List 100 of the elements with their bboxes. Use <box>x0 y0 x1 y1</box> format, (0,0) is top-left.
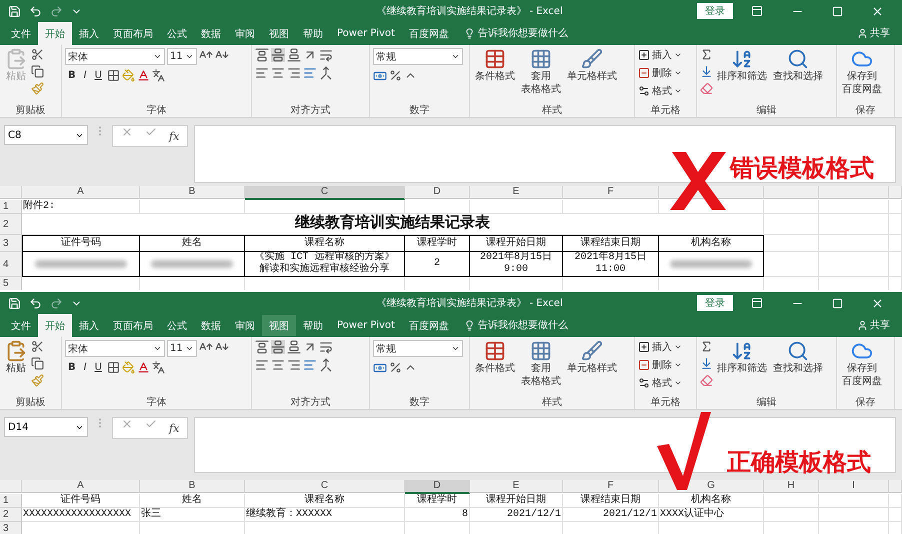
ribbon-tab[interactable]: 帮助 <box>296 23 330 44</box>
empty-cell[interactable] <box>470 200 563 214</box>
column-header[interactable]: B <box>140 480 245 493</box>
ribbon-tab[interactable]: 百度网盘 <box>402 23 456 44</box>
bottom-align-icon[interactable] <box>287 340 301 354</box>
copy-icon[interactable] <box>31 357 44 370</box>
column-header[interactable]: A <box>22 186 140 199</box>
ribbon-tab[interactable]: 视图 <box>262 315 296 336</box>
login-button[interactable]: 登录 <box>697 3 733 19</box>
enter-icon[interactable] <box>145 418 157 430</box>
cancel-icon[interactable] <box>121 418 133 430</box>
indent-icon[interactable] <box>303 66 317 80</box>
save-to-cloud-button[interactable]: 保存到 百度网盘 <box>840 48 884 95</box>
empty-cell[interactable] <box>764 494 819 508</box>
font-size-field[interactable]: 11 <box>167 48 197 65</box>
empty-cell[interactable] <box>405 200 470 214</box>
top-align-icon[interactable] <box>255 340 269 354</box>
column-header[interactable]: C <box>245 186 405 200</box>
autosum-icon[interactable] <box>700 48 713 61</box>
eraser-icon[interactable] <box>700 374 713 387</box>
ribbon-tab[interactable]: 文件 <box>4 23 38 44</box>
copy-icon[interactable] <box>31 65 44 78</box>
cell-styles-button[interactable]: 单元格样式 <box>565 340 619 374</box>
fill-color-icon[interactable] <box>122 69 135 82</box>
empty-cell[interactable] <box>889 214 902 235</box>
cut-icon[interactable] <box>31 340 44 353</box>
sort-filter-button[interactable]: 排序和筛选 <box>715 340 769 374</box>
formula-bar[interactable] <box>194 125 896 183</box>
bottom-align-icon[interactable] <box>287 48 301 62</box>
save-to-cloud-button[interactable]: 保存到 百度网盘 <box>840 340 884 387</box>
empty-cell[interactable] <box>889 235 902 252</box>
empty-cell[interactable] <box>819 494 889 508</box>
column-header[interactable]: I <box>819 480 889 493</box>
formula-bar[interactable] <box>194 417 896 473</box>
ribbon-tab[interactable]: 页面布局 <box>106 315 160 336</box>
ribbon-tab[interactable]: 审阅 <box>228 315 262 336</box>
empty-cell[interactable] <box>764 214 819 235</box>
empty-cell[interactable] <box>819 252 889 277</box>
borders-icon[interactable] <box>106 361 120 374</box>
ribbon-tab[interactable]: 插入 <box>72 315 106 336</box>
wrap-text-icon[interactable] <box>319 48 333 62</box>
phonetic-icon[interactable] <box>152 361 165 374</box>
column-header[interactable]: H <box>764 480 819 493</box>
empty-cell[interactable] <box>819 214 889 235</box>
eraser-icon[interactable] <box>700 82 713 95</box>
ribbon-tab[interactable]: 文件 <box>4 315 38 336</box>
login-button[interactable]: 登录 <box>697 295 733 311</box>
font-style-button[interactable]: B <box>65 362 79 373</box>
find-select-button[interactable]: 查找和选择 <box>771 340 825 374</box>
ribbon-tab[interactable]: 公式 <box>160 315 194 336</box>
font-color-icon[interactable] <box>136 69 150 82</box>
empty-cell[interactable] <box>245 200 405 214</box>
phonetic-icon[interactable] <box>152 69 165 82</box>
wrap-text-icon[interactable] <box>319 340 333 354</box>
row-number[interactable]: 4 <box>0 252 22 277</box>
tell-me-search[interactable]: 告诉我你想要做什么 <box>464 318 568 332</box>
align-center-icon[interactable] <box>271 66 285 80</box>
redo-icon[interactable] <box>50 296 63 310</box>
cut-icon[interactable] <box>31 48 44 61</box>
number-format-field[interactable]: 常规 <box>373 48 463 65</box>
font-size-field[interactable]: 11 <box>167 340 197 357</box>
fill-color-icon[interactable] <box>122 361 135 374</box>
font-name-field[interactable]: 宋体 <box>65 340 165 357</box>
column-header[interactable]: E <box>470 480 563 493</box>
percent-icon[interactable] <box>389 69 402 82</box>
row-number[interactable]: 1 <box>0 200 22 214</box>
table-format-button[interactable]: 套用 表格格式 <box>519 48 563 95</box>
empty-cell[interactable] <box>889 508 902 522</box>
paste-button[interactable]: 粘贴 <box>3 340 29 374</box>
row-number[interactable]: 3 <box>0 235 22 252</box>
fill-icon[interactable] <box>700 65 713 78</box>
ribbon-tab[interactable]: 视图 <box>262 23 296 44</box>
cell-styles-button[interactable]: 单元格样式 <box>565 48 619 82</box>
row-number[interactable]: 1 <box>0 494 22 508</box>
cells-button[interactable]: 删除 <box>638 358 682 372</box>
format-painter-icon[interactable] <box>31 374 44 387</box>
undo-icon[interactable] <box>29 4 42 18</box>
column-header[interactable]: D <box>405 186 470 199</box>
empty-cell[interactable] <box>889 252 902 277</box>
ribbon-tab[interactable]: Power Pivot <box>330 315 402 336</box>
tell-me-search[interactable]: 告诉我你想要做什么 <box>464 26 568 40</box>
undo-icon[interactable] <box>29 296 42 310</box>
save-icon[interactable] <box>8 4 21 18</box>
column-header[interactable]: F <box>563 186 659 199</box>
format-painter-icon[interactable] <box>31 82 44 95</box>
row-number[interactable]: 3 <box>0 522 22 534</box>
cells-button[interactable]: 插入 <box>638 340 682 354</box>
fill-icon[interactable] <box>700 357 713 370</box>
middle-align-icon[interactable] <box>271 48 285 62</box>
font-style-button[interactable]: B <box>65 70 79 81</box>
conditional-format-button[interactable]: 条件格式 <box>473 48 517 82</box>
enter-icon[interactable] <box>145 126 157 138</box>
cells-button[interactable]: 插入 <box>638 48 682 62</box>
cells-button[interactable]: 删除 <box>638 66 682 80</box>
currency-icon[interactable] <box>373 361 387 375</box>
align-left-icon[interactable] <box>255 358 269 372</box>
column-header[interactable]: C <box>245 480 405 493</box>
align-right-icon[interactable] <box>287 358 301 372</box>
empty-cell[interactable] <box>819 200 889 214</box>
font-style-button[interactable]: U <box>92 70 105 81</box>
